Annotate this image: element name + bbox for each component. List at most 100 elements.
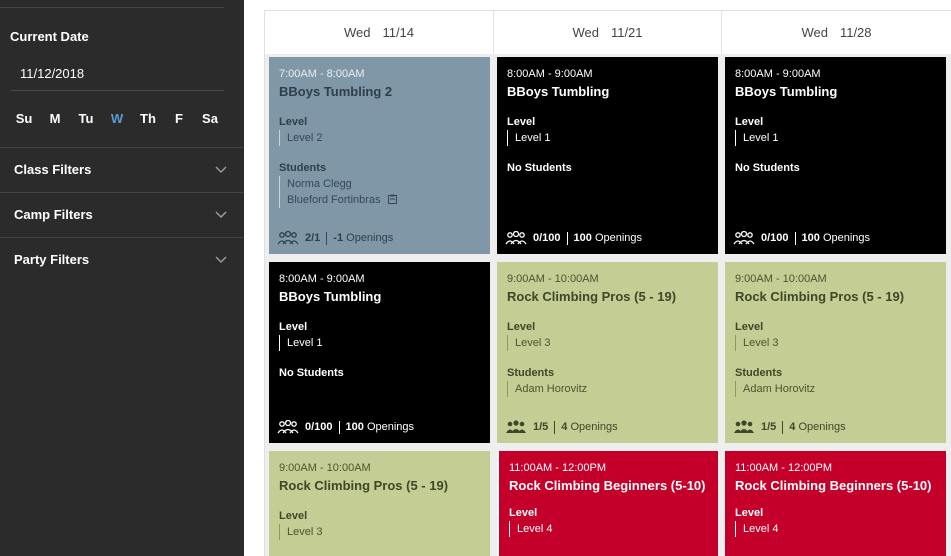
class-title: Rock Climbing Pros (5 - 19) [507,289,677,304]
day-wednesday[interactable]: W [103,111,131,131]
class-time: 9:00AM - 10:00AM [507,273,599,285]
day-sunday[interactable]: Su [10,111,38,131]
student-name[interactable]: Norma Clegg [287,176,480,192]
class-card[interactable]: 9:00AM - 10:00AM Rock Climbing Pros (5 -… [269,451,490,556]
student-list: Adam Horovitz [507,381,708,397]
class-title: Rock Climbing Beginners (5-10) [509,478,706,493]
openings-count: 4 [561,421,568,433]
level-value: Level 4 [735,521,936,537]
filter-label: Class Filters [14,162,92,177]
column-date: 11/14 [382,25,415,40]
column-day: Wed [343,25,371,40]
openings-count: 100 [345,421,364,433]
level-value: Level 3 [735,335,936,351]
people-icon [733,231,755,245]
level-label: Level [279,510,308,522]
clipboard-icon [387,194,397,204]
class-card[interactable]: 11:00AM - 12:00PM Rock Climbing Beginner… [725,451,946,556]
students-label: No Students [279,367,344,379]
class-card[interactable]: 9:00AM - 10:00AM Rock Climbing Pros (5 -… [725,262,946,443]
class-card[interactable]: 8:00AM - 9:00AM BBoys Tumbling Level Lev… [497,57,718,254]
column-day: Wed [801,25,828,40]
student-list: Norma Clegg Blueford Fortinbras [279,176,480,208]
chevron-down-icon [215,166,227,174]
class-title: BBoys Tumbling [735,84,838,99]
level-label: Level [507,321,536,333]
class-time: 11:00AM - 12:00PM [735,462,833,474]
class-filters-toggle[interactable]: Class Filters [0,147,244,192]
openings-label: Openings [366,421,415,433]
student-name[interactable]: Blueford Fortinbras [287,192,480,208]
divider [0,7,224,8]
student-name[interactable]: Adam Horovitz [515,381,708,397]
column-header: Wed 11/14 [265,11,494,54]
class-time: 8:00AM - 9:00AM [735,68,821,80]
level-label: Level [507,116,536,128]
students-label: Students [735,367,783,379]
openings-count: 100 [801,232,820,244]
class-time: 7:00AM - 8:00AM [279,68,365,80]
class-card[interactable]: 8:00AM - 9:00AM BBoys Tumbling Level Lev… [725,57,946,254]
openings-count: 4 [789,421,796,433]
calendar-grid: Wed 11/14 Wed 11/21 Wed 11/28 7:00AM - 8:00… [264,10,951,556]
enrollment-count: 1/5 [533,421,549,433]
student-list: Adam Horovitz [735,381,936,397]
filter-label: Camp Filters [14,207,93,222]
students-label: Students [507,367,555,379]
level-label: Level [279,116,308,128]
day-thursday[interactable]: Th [134,111,162,131]
enrollment-count: 0/100 [533,232,561,244]
people-icon [505,231,527,245]
level-label: Level [735,116,764,128]
day-friday[interactable]: F [165,111,193,131]
people-icon [277,420,299,434]
level-value: Level 4 [509,521,708,537]
level-value: Level 1 [279,335,480,351]
class-time: 8:00AM - 9:00AM [279,273,365,285]
level-label: Level [279,321,308,333]
level-value: Level 1 [507,130,708,146]
class-time: 11:00AM - 12:00PM [509,462,607,474]
card-footer: 1/5 4 Openings [505,420,618,434]
openings-count: 100 [573,232,592,244]
column-header: Wed 11/28 [722,11,951,54]
class-card[interactable]: 9:00AM - 10:00AM Rock Climbing Pros (5 -… [497,262,718,443]
class-card[interactable]: 11:00AM - 12:00PM Rock Climbing Beginner… [497,451,718,556]
day-monday[interactable]: M [41,111,69,131]
day-tuesday[interactable]: Tu [72,111,100,131]
filter-label: Party Filters [14,252,90,267]
class-time: 8:00AM - 9:00AM [507,68,593,80]
class-time: 9:00AM - 10:00AM [735,273,827,285]
enrollment-count: 0/100 [761,232,789,244]
openings-count: -1 [333,232,344,244]
current-date-input[interactable]: 11/12/2018 [10,59,224,91]
day-saturday[interactable]: Sa [196,111,224,131]
enrollment-count: 0/100 [305,421,333,433]
column-date: 11/21 [610,25,643,40]
sidebar: Current Date 11/12/2018 Su M Tu W Th F S… [0,0,244,556]
camp-filters-toggle[interactable]: Camp Filters [0,192,244,237]
level-label: Level [735,507,764,519]
card-footer: 0/100 100 Openings [733,231,870,245]
class-card[interactable]: 8:00AM - 9:00AM BBoys Tumbling Level Lev… [269,262,490,443]
openings-label: Openings [570,421,618,433]
people-icon [277,231,299,245]
column-date: 11/28 [839,25,872,40]
level-value: Level 2 [279,130,480,146]
student-name[interactable]: Adam Horovitz [743,381,936,397]
class-title: BBoys Tumbling [279,289,382,304]
class-title: Rock Climbing Pros (5 - 19) [279,478,449,493]
card-footer: 2/1 -1 Openings [277,231,393,245]
class-title: Rock Climbing Pros (5 - 19) [735,289,905,304]
people-icon [506,420,526,433]
level-label: Level [735,321,764,333]
students-label: No Students [507,162,572,174]
party-filters-toggle[interactable]: Party Filters [0,237,244,282]
openings-label: Openings [594,232,643,244]
openings-label: Openings [798,421,846,433]
class-time: 9:00AM - 10:00AM [279,462,371,474]
column-header: Wed 11/21 [494,11,722,54]
class-card[interactable]: 7:00AM - 8:00AM BBoys Tumbling 2 Level L… [269,57,490,254]
people-icon [734,420,754,433]
class-title: Rock Climbing Beginners (5-10) [735,478,932,493]
